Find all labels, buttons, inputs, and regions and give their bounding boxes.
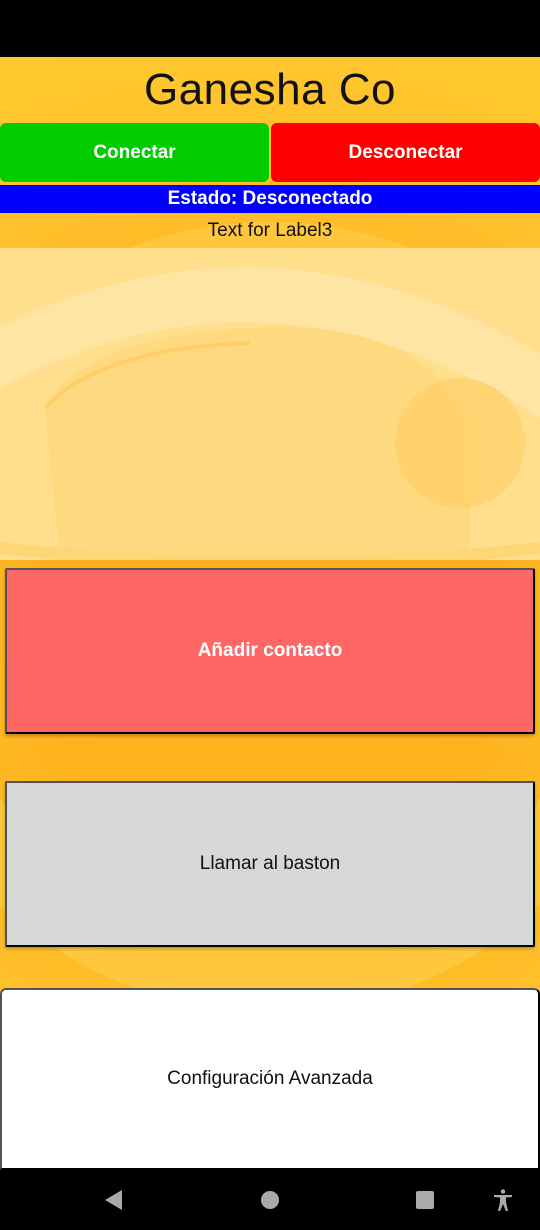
back-icon[interactable] bbox=[102, 1188, 126, 1212]
app-title: Ganesha Co bbox=[143, 65, 397, 114]
home-icon[interactable] bbox=[258, 1188, 282, 1212]
accessibility-icon[interactable] bbox=[491, 1188, 515, 1212]
call-cane-button[interactable]: Llamar al baston bbox=[5, 781, 535, 947]
decorative-image bbox=[0, 248, 540, 560]
navigation-bar bbox=[0, 1170, 540, 1230]
system-status-bar bbox=[0, 0, 540, 57]
disconnect-button[interactable]: Desconectar bbox=[271, 123, 540, 182]
app-screen: Ganesha Co Conectar Desconectar Estado: … bbox=[0, 57, 540, 1170]
label3-text: Text for Label3 bbox=[207, 220, 333, 241]
connection-status-label: Estado: Desconectado bbox=[0, 185, 540, 213]
recents-icon[interactable] bbox=[413, 1188, 437, 1212]
add-contact-button[interactable]: Añadir contacto bbox=[5, 568, 535, 734]
connect-button[interactable]: Conectar bbox=[0, 123, 269, 182]
advanced-config-button[interactable]: Configuración Avanzada bbox=[0, 988, 540, 1170]
